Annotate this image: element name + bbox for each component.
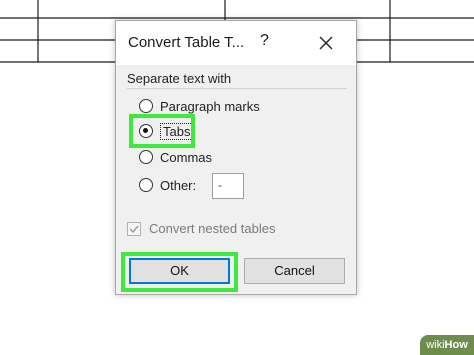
radio-button[interactable] <box>139 99 153 113</box>
radio-button[interactable] <box>139 178 153 192</box>
radio-commas[interactable]: Commas <box>139 146 212 168</box>
checkmark-icon <box>129 225 139 233</box>
nested-tables-label: Convert nested tables <box>149 221 276 236</box>
group-divider <box>127 88 347 89</box>
watermark-wiki: wiki <box>426 339 445 351</box>
nested-tables-checkbox[interactable] <box>127 221 141 236</box>
dialog-title: Convert Table T... <box>128 34 245 51</box>
highlight-box-tabs <box>129 114 195 148</box>
help-button[interactable]: ? <box>260 32 269 50</box>
watermark-how: How <box>444 339 468 351</box>
radio-label-commas: Commas <box>160 149 213 165</box>
other-separator-input[interactable]: - <box>212 173 244 199</box>
radio-label-paragraph-marks: Paragraph marks <box>160 98 260 114</box>
convert-nested-tables-option[interactable]: Convert nested tables <box>127 221 275 236</box>
convert-table-dialog: Convert Table T... ? Separate text with … <box>115 20 357 295</box>
cancel-button[interactable]: Cancel <box>244 258 345 284</box>
radio-other[interactable]: Other: <box>139 174 196 196</box>
radio-label-other: Other: <box>160 177 197 193</box>
dialog-title-bar: Convert Table T... ? <box>116 21 356 65</box>
close-icon[interactable] <box>316 33 336 53</box>
radio-button[interactable] <box>139 150 153 164</box>
ok-button[interactable]: OK <box>129 258 230 284</box>
wikihow-watermark: wikiHow <box>420 335 474 355</box>
separate-text-group-label: Separate text with <box>127 71 232 86</box>
